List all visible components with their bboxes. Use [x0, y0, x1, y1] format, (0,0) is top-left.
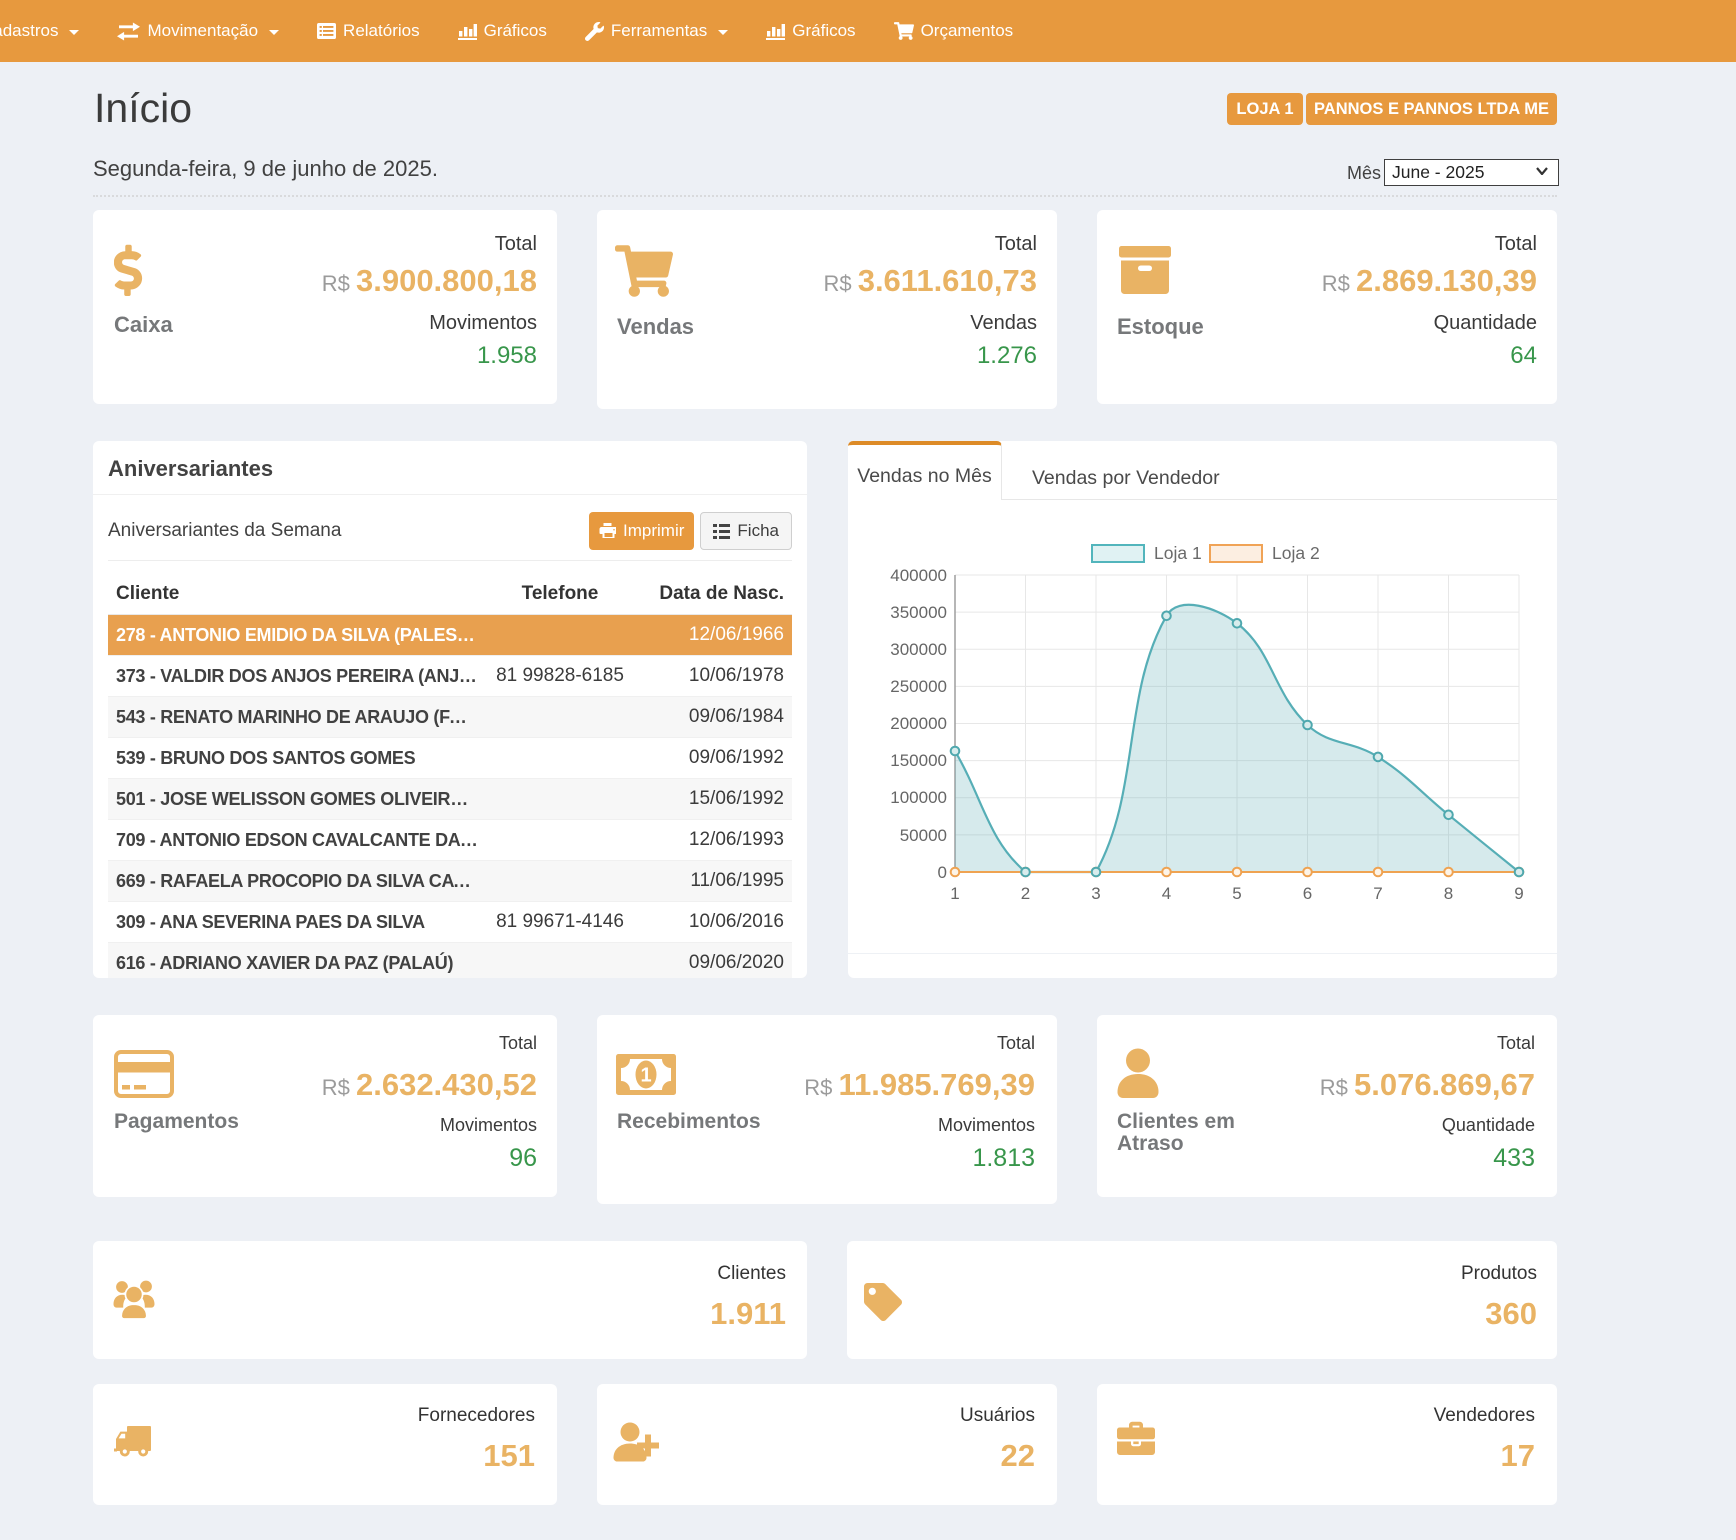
- svg-text:0: 0: [938, 863, 947, 882]
- svg-text:300000: 300000: [890, 640, 947, 659]
- svg-text:250000: 250000: [890, 677, 947, 696]
- svg-text:400000: 400000: [890, 566, 947, 585]
- svg-text:2: 2: [1021, 884, 1030, 903]
- svg-text:350000: 350000: [890, 603, 947, 622]
- svg-text:3: 3: [1091, 884, 1100, 903]
- svg-text:4: 4: [1162, 884, 1171, 903]
- svg-text:6: 6: [1303, 884, 1312, 903]
- svg-text:100000: 100000: [890, 788, 947, 807]
- svg-text:8: 8: [1444, 884, 1453, 903]
- svg-text:7: 7: [1373, 884, 1382, 903]
- svg-text:1: 1: [950, 884, 959, 903]
- svg-text:5: 5: [1232, 884, 1241, 903]
- svg-text:50000: 50000: [900, 826, 947, 845]
- svg-text:9: 9: [1514, 884, 1523, 903]
- svg-text:150000: 150000: [890, 751, 947, 770]
- svg-text:200000: 200000: [890, 714, 947, 733]
- svg-text:1: 1: [640, 1065, 651, 1087]
- svg-text:Loja 1: Loja 1: [1154, 543, 1202, 563]
- svg-text:Loja 2: Loja 2: [1272, 543, 1320, 563]
